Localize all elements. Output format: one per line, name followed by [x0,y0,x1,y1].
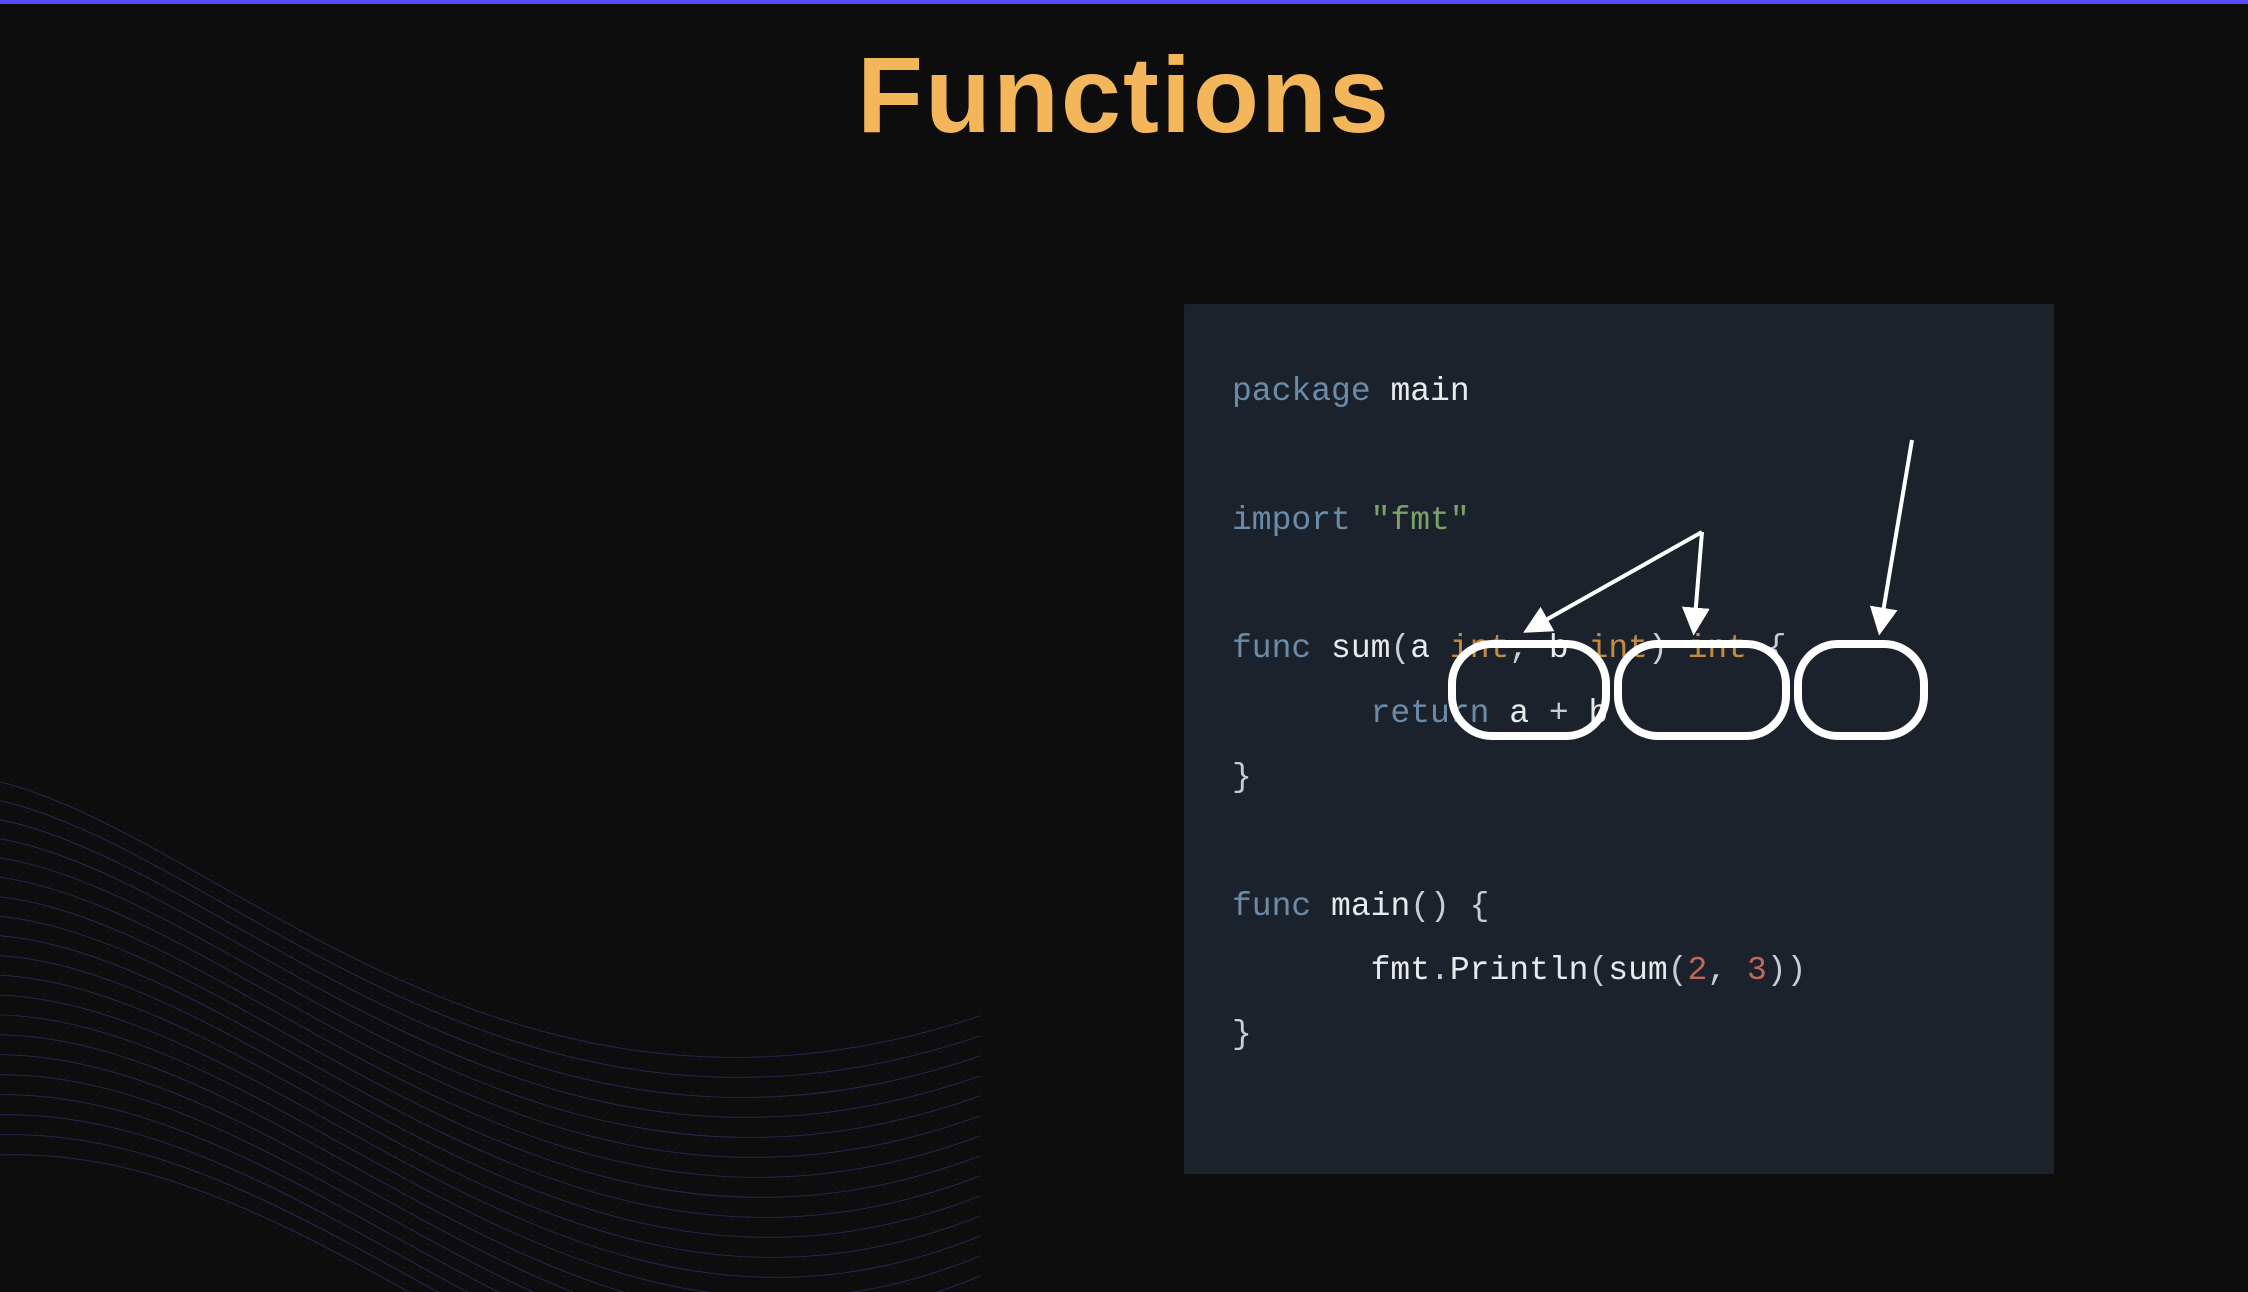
go-code-block: package main import "fmt" func sum(a int… [1184,304,2054,1174]
tok-param2-name: b [1549,630,1569,667]
slide-stage: Functions Return type Aruments package m… [0,0,2248,1292]
decorative-waves [0,516,980,1292]
tok-param2-type: int [1589,630,1648,667]
tok-return-b: b [1589,695,1609,732]
slide-title: Functions [0,32,2248,157]
tok-param1-type: int [1450,630,1509,667]
tok-func-kw-sum: func [1232,630,1311,667]
tok-call-arg2: 3 [1747,952,1767,989]
tok-sum-name: sum [1331,630,1390,667]
tok-call-arg1: 2 [1688,952,1708,989]
tok-import-kw: import [1232,502,1351,539]
tok-import-target: "fmt" [1371,502,1470,539]
tok-call-fn: Println [1450,952,1589,989]
tok-param1-name: a [1410,630,1430,667]
tok-return-type: int [1688,630,1747,667]
tok-return-a: a [1509,695,1529,732]
tok-package-kw: package [1232,373,1371,410]
tok-package-name: main [1390,373,1469,410]
tok-return-plus: + [1549,695,1569,732]
tok-call-pkg: fmt [1371,952,1430,989]
tok-main-name: main [1331,888,1410,925]
tok-return-kw: return [1371,695,1490,732]
tok-func-kw-main: func [1232,888,1311,925]
tok-call-inner-fn: sum [1608,952,1667,989]
